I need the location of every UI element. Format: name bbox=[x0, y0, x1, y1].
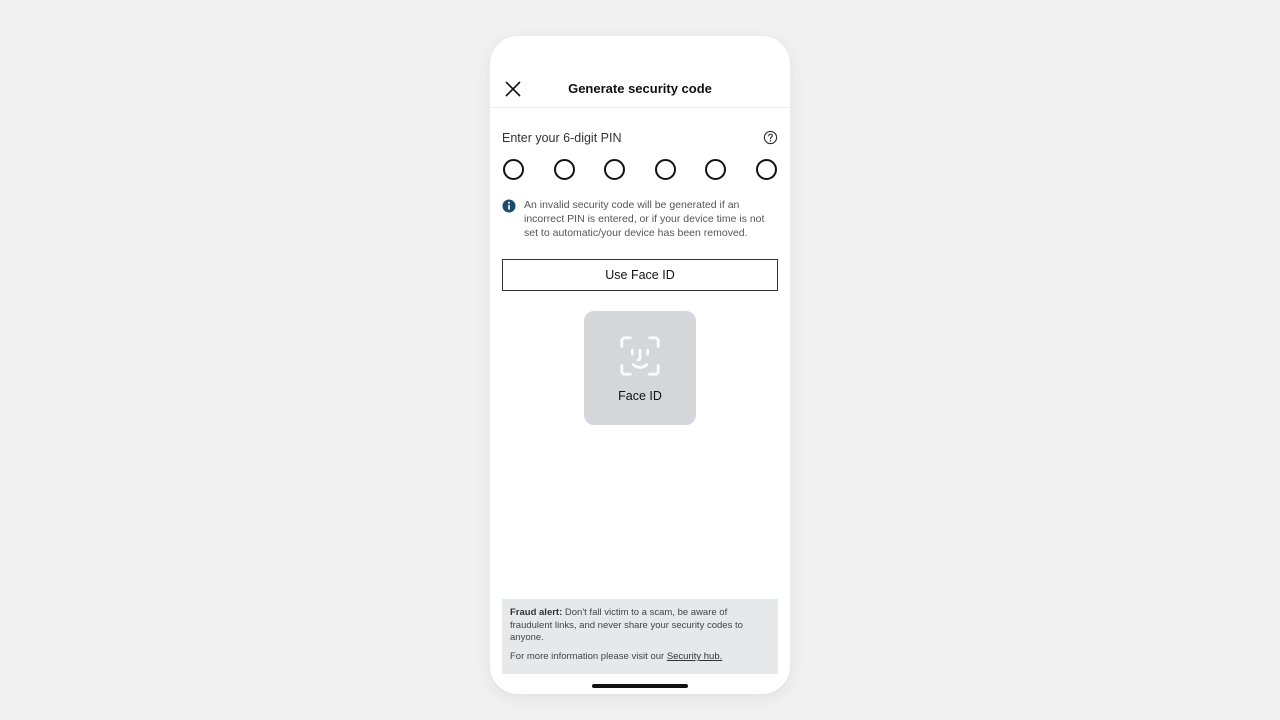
status-bar-spacer bbox=[490, 36, 790, 70]
pin-digit-5[interactable] bbox=[705, 159, 726, 180]
spacer bbox=[502, 425, 778, 599]
pin-label-row: Enter your 6-digit PIN bbox=[502, 130, 778, 145]
pin-label: Enter your 6-digit PIN bbox=[502, 131, 622, 145]
pin-digit-4[interactable] bbox=[655, 159, 676, 180]
pin-digit-2[interactable] bbox=[554, 159, 575, 180]
home-indicator[interactable] bbox=[592, 684, 688, 688]
fraud-alert-label: Fraud alert: bbox=[510, 607, 562, 618]
pin-digit-1[interactable] bbox=[503, 159, 524, 180]
content-area: Enter your 6-digit PIN bbox=[490, 108, 790, 599]
pin-digit-3[interactable] bbox=[604, 159, 625, 180]
header: Generate security code bbox=[490, 70, 790, 108]
fraud-alert-line: Fraud alert: Don't fall victim to a scam… bbox=[510, 607, 770, 645]
close-icon[interactable] bbox=[504, 80, 522, 98]
fraud-alert-more-prefix: For more information please visit our bbox=[510, 651, 667, 662]
use-face-id-button[interactable]: Use Face ID bbox=[502, 259, 778, 291]
fraud-alert-more: For more information please visit our Se… bbox=[510, 651, 770, 664]
face-id-tile[interactable]: Face ID bbox=[584, 311, 696, 425]
info-row: An invalid security code will be generat… bbox=[502, 198, 778, 241]
info-text: An invalid security code will be generat… bbox=[524, 198, 778, 241]
face-id-icon bbox=[617, 333, 663, 379]
help-icon[interactable] bbox=[763, 130, 778, 145]
phone-frame: Generate security code Enter your 6-digi… bbox=[490, 36, 790, 694]
page-title: Generate security code bbox=[502, 81, 778, 96]
pin-digit-6[interactable] bbox=[756, 159, 777, 180]
security-hub-link[interactable]: Security hub. bbox=[667, 651, 722, 662]
fraud-alert-box: Fraud alert: Don't fall victim to a scam… bbox=[502, 599, 778, 674]
face-id-label: Face ID bbox=[618, 389, 662, 403]
pin-input[interactable] bbox=[502, 159, 778, 180]
info-icon bbox=[502, 199, 516, 213]
